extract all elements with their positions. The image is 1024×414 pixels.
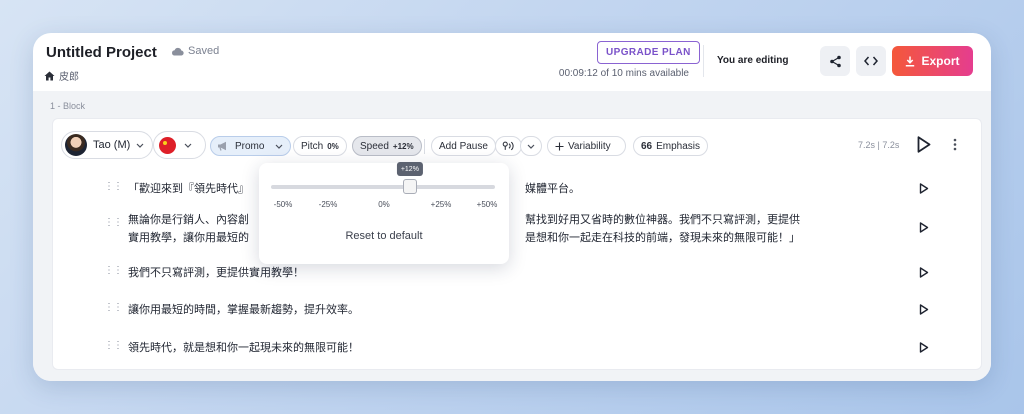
speed-tick-label: -25% xyxy=(318,200,338,209)
variability-label: Variability xyxy=(568,140,611,152)
sentence-text-tail[interactable]: 媒體平台。 xyxy=(525,180,580,198)
voice-selector[interactable]: Tao (M) xyxy=(61,131,153,159)
drag-handle-icon[interactable]: ⋮⋮ xyxy=(104,341,123,351)
workspace: 1 - Block Tao (M) Promo Pitch 0% Speed +… xyxy=(33,91,991,381)
chevron-down-icon xyxy=(184,143,192,148)
sound-wave-icon xyxy=(502,141,514,151)
speed-slider-thumb[interactable] xyxy=(402,179,417,194)
sparkle-icon xyxy=(555,142,564,150)
breadcrumb-label: 皮郎 xyxy=(59,72,79,83)
speed-tick-label: 0% xyxy=(378,200,390,209)
chevron-down-icon xyxy=(136,143,144,148)
share-icon xyxy=(829,55,841,67)
editing-status: You are editing xyxy=(717,55,789,66)
speed-value-tooltip: +12% xyxy=(396,162,423,176)
speed-slider-track[interactable] xyxy=(271,185,495,189)
pitch-control[interactable]: Pitch 0% xyxy=(293,136,347,156)
save-status: Saved xyxy=(171,45,219,57)
speed-tick-label: -50% xyxy=(273,200,293,209)
play-sentence-icon[interactable] xyxy=(919,222,929,233)
sentence-text[interactable]: 無論你是行銷人、內容創 xyxy=(128,211,249,229)
home-icon xyxy=(44,71,55,80)
speed-tick-label: +50% xyxy=(476,200,498,209)
speed-control[interactable]: Speed +12% xyxy=(352,136,422,156)
code-icon xyxy=(864,56,878,66)
chevron-down-icon xyxy=(276,144,283,149)
voice-effect-dropdown[interactable] xyxy=(520,136,542,156)
voice-avatar xyxy=(65,134,87,156)
editor-window: Untitled Project Saved 皮郎 UPGRADE PLAN 0… xyxy=(33,33,991,381)
add-pause-label: Add Pause xyxy=(439,140,488,152)
sentence-text-tail[interactable]: 幫找到好用又省時的數位神器。我們不只寫評測，更提供 xyxy=(525,211,800,229)
share-button[interactable] xyxy=(820,46,850,76)
language-selector[interactable] xyxy=(153,131,206,159)
breadcrumb[interactable]: 皮郎 xyxy=(44,68,79,83)
divider xyxy=(703,45,704,77)
add-pause-button[interactable]: Add Pause xyxy=(431,136,496,156)
top-bar: Untitled Project Saved 皮郎 UPGRADE PLAN 0… xyxy=(33,33,991,91)
upgrade-plan-button[interactable]: UPGRADE PLAN xyxy=(597,41,700,64)
pitch-value: 0% xyxy=(327,141,339,151)
block-toolbar: Tao (M) Promo Pitch 0% Speed +12% Add Pa… xyxy=(53,119,981,171)
pitch-label: Pitch xyxy=(301,140,324,152)
emphasis-label: Emphasis xyxy=(656,140,701,152)
sentence-text[interactable]: 我們不只寫評測，更提供實用教學！ xyxy=(128,264,304,282)
speed-tick-label: +25% xyxy=(430,200,452,209)
reset-to-default-button[interactable]: Reset to default xyxy=(259,230,509,242)
play-sentence-icon[interactable] xyxy=(919,183,929,194)
style-label: Promo xyxy=(235,140,265,152)
play-sentence-icon[interactable] xyxy=(919,267,929,278)
style-selector[interactable]: Promo xyxy=(210,136,291,156)
toolbar-divider xyxy=(424,139,425,154)
speed-label: Speed xyxy=(360,140,389,152)
speed-value: +12% xyxy=(392,141,414,151)
cloud-icon xyxy=(172,47,184,56)
sentence-text[interactable]: 領先時代，就是想和你一起現未來的無限可能！ xyxy=(128,339,359,357)
export-button[interactable]: Export xyxy=(892,46,973,76)
quote-icon: 66 xyxy=(641,140,653,152)
project-title[interactable]: Untitled Project xyxy=(46,44,157,61)
drag-handle-icon[interactable]: ⋮⋮ xyxy=(104,218,123,228)
save-status-label: Saved xyxy=(188,45,220,57)
sentence-text[interactable]: 讓你用最短的時間，掌握最新趨勢，提升效率。 xyxy=(128,301,359,319)
megaphone-icon xyxy=(218,141,226,151)
time-available: 00:09:12 of 10 mins available xyxy=(558,68,689,79)
play-sentence-icon[interactable] xyxy=(919,342,929,353)
flag-icon xyxy=(159,136,176,154)
variability-button[interactable]: Variability xyxy=(547,136,626,156)
more-options-icon[interactable] xyxy=(953,138,957,151)
play-block-icon[interactable] xyxy=(917,136,931,153)
sentence-text-tail[interactable]: 是想和你一起走在科技的前端，發現未來的無限可能！」 xyxy=(525,229,800,247)
export-label: Export xyxy=(921,54,960,68)
block-durations: 7.2s | 7.2s xyxy=(858,140,900,150)
drag-handle-icon[interactable]: ⋮⋮ xyxy=(104,266,123,276)
voice-name: Tao (M) xyxy=(93,139,131,151)
emphasis-button[interactable]: 66 Emphasis xyxy=(633,136,709,156)
drag-handle-icon[interactable]: ⋮⋮ xyxy=(104,303,123,313)
drag-handle-icon[interactable]: ⋮⋮ xyxy=(104,182,123,192)
chevron-down-icon xyxy=(527,144,535,149)
block-label: 1 - Block xyxy=(50,101,86,111)
download-icon xyxy=(906,56,915,67)
sentence-text[interactable]: 「歡迎來到『領先時代』 xyxy=(128,180,249,198)
sentence-text[interactable]: 實用教學，讓你用最短的 xyxy=(128,229,249,247)
embed-code-button[interactable] xyxy=(856,46,886,76)
speed-popover: +12% -50% -25% 0% +25% +50% Reset to def… xyxy=(259,162,509,264)
voice-effect-button[interactable] xyxy=(495,136,522,156)
play-sentence-icon[interactable] xyxy=(919,304,929,315)
block-card: Tao (M) Promo Pitch 0% Speed +12% Add Pa… xyxy=(52,118,982,370)
